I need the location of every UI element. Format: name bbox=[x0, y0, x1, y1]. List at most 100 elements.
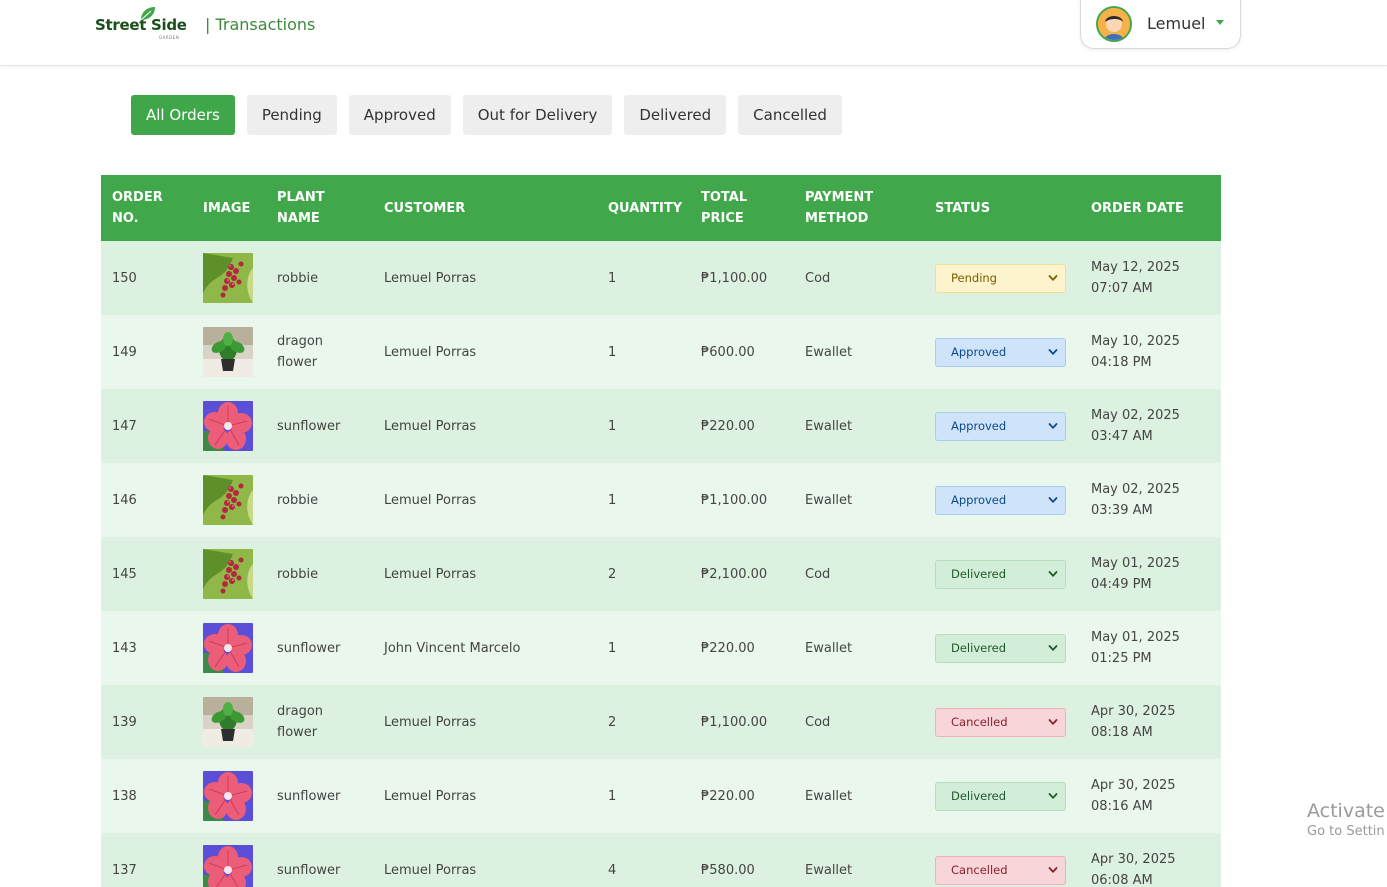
table-row: 147 sunflower Lemuel Porras 1 ₱220.00 Ewallet… bbox=[101, 389, 1221, 463]
order-number: 138 bbox=[112, 788, 137, 804]
image-cell bbox=[192, 389, 266, 463]
chevron-down-icon bbox=[1048, 719, 1058, 725]
order-number: 137 bbox=[112, 862, 137, 878]
status-cell: Approved bbox=[924, 463, 1080, 537]
quantity: 4 bbox=[608, 862, 617, 878]
table-row: 150 robbie Lemuel Porras 1 ₱1,100.00 Cod Pendi… bbox=[101, 241, 1221, 315]
status-select[interactable]: Approved bbox=[935, 485, 1066, 515]
status-select[interactable]: Pending bbox=[935, 263, 1066, 293]
customer-name: Lemuel Porras bbox=[384, 788, 477, 804]
total-price: ₱1,100.00 bbox=[701, 492, 768, 508]
quantity: 1 bbox=[608, 788, 617, 804]
payment-method: Ewallet bbox=[805, 862, 853, 878]
total-price: ₱220.00 bbox=[701, 788, 755, 804]
order-number: 147 bbox=[112, 418, 137, 434]
plant-name: sunflower bbox=[277, 640, 341, 656]
status-cell: Delivered bbox=[924, 759, 1080, 833]
status-cell: Cancelled bbox=[924, 685, 1080, 759]
chevron-down-icon bbox=[1048, 275, 1058, 281]
image-cell bbox=[192, 833, 266, 887]
brand-logo[interactable]: Street Side GARDEN bbox=[95, 6, 187, 40]
chevron-down-icon bbox=[1048, 349, 1058, 355]
quantity: 1 bbox=[608, 640, 617, 656]
windows-activation-watermark: Activate W Go to Settin bbox=[1307, 800, 1387, 839]
status-cell: Cancelled bbox=[924, 833, 1080, 887]
leaf-icon bbox=[140, 7, 155, 21]
customer-name: Lemuel Porras bbox=[384, 566, 477, 582]
plant-name: sunflower bbox=[277, 418, 341, 434]
total-price: ₱220.00 bbox=[701, 418, 755, 434]
tab-approved[interactable]: Approved bbox=[348, 95, 451, 135]
brand-subtitle: GARDEN bbox=[159, 35, 180, 40]
chevron-down-icon bbox=[1048, 423, 1058, 429]
total-price: ₱2,100.00 bbox=[701, 566, 768, 582]
order-number: 139 bbox=[112, 714, 137, 730]
status-value: Delivered bbox=[951, 640, 1007, 655]
status-select[interactable]: Delivered bbox=[935, 633, 1066, 663]
payment-method: Cod bbox=[805, 714, 831, 730]
plant-name: robbie bbox=[277, 270, 319, 286]
status-select[interactable]: Delivered bbox=[935, 781, 1066, 811]
total-price: ₱600.00 bbox=[701, 344, 755, 360]
order-date: Apr 30, 2025 08:16 AM bbox=[1091, 778, 1176, 814]
payment-method: Ewallet bbox=[805, 418, 853, 434]
status-value: Approved bbox=[951, 344, 1007, 359]
tab-out-for-delivery[interactable]: Out for Delivery bbox=[462, 95, 613, 135]
customer-name: Lemuel Porras bbox=[384, 862, 477, 878]
top-navbar: Street Side GARDEN | Transactions Lemuel bbox=[0, 0, 1387, 66]
col-header-total-price: TOTAL PRICE bbox=[701, 190, 748, 226]
table-row: 149 dragon flower Lemuel Porras 1 ₱600.00 Ewa… bbox=[101, 315, 1221, 389]
col-header-order-no: ORDER NO. bbox=[112, 190, 163, 226]
status-value: Cancelled bbox=[951, 714, 1008, 729]
status-select[interactable]: Cancelled bbox=[935, 855, 1066, 885]
status-select[interactable]: Delivered bbox=[935, 559, 1066, 589]
user-name: Lemuel bbox=[1147, 14, 1206, 33]
tab-pending[interactable]: Pending bbox=[246, 95, 337, 135]
order-number: 145 bbox=[112, 566, 137, 582]
order-date: Apr 30, 2025 08:18 AM bbox=[1091, 704, 1176, 740]
table-row: 137 sunflower Lemuel Porras 4 ₱580.00 Ewallet… bbox=[101, 833, 1221, 887]
user-avatar bbox=[1096, 6, 1132, 42]
tab-delivered[interactable]: Delivered bbox=[624, 95, 727, 135]
chevron-down-icon bbox=[1048, 571, 1058, 577]
plant-thumbnail bbox=[203, 771, 253, 821]
status-value: Approved bbox=[951, 418, 1007, 433]
quantity: 1 bbox=[608, 344, 617, 360]
image-cell bbox=[192, 611, 266, 685]
watermark-line-1: Activate W bbox=[1307, 800, 1387, 822]
order-date: May 10, 2025 04:18 PM bbox=[1091, 334, 1180, 370]
tab-cancelled[interactable]: Cancelled bbox=[738, 95, 842, 135]
payment-method: Cod bbox=[805, 566, 831, 582]
chevron-down-icon bbox=[1048, 867, 1058, 873]
total-price: ₱1,100.00 bbox=[701, 270, 768, 286]
image-cell bbox=[192, 315, 266, 389]
tab-all-orders[interactable]: All Orders bbox=[131, 95, 235, 135]
table-header-row: ORDER NO. IMAGE PLANT NAME CUSTOMER QUAN… bbox=[101, 175, 1221, 241]
col-header-image: IMAGE bbox=[203, 200, 251, 216]
watermark-line-2: Go to Settin bbox=[1307, 824, 1385, 839]
status-cell: Delivered bbox=[924, 537, 1080, 611]
status-select[interactable]: Approved bbox=[935, 337, 1066, 367]
image-cell bbox=[192, 759, 266, 833]
status-value: Pending bbox=[951, 270, 997, 285]
plant-thumbnail bbox=[203, 401, 253, 451]
quantity: 2 bbox=[608, 566, 617, 582]
col-header-status: STATUS bbox=[935, 200, 991, 216]
customer-name: Lemuel Porras bbox=[384, 418, 477, 434]
order-date: May 12, 2025 07:07 AM bbox=[1091, 260, 1180, 296]
status-select[interactable]: Cancelled bbox=[935, 707, 1066, 737]
image-cell bbox=[192, 241, 266, 315]
order-date: May 01, 2025 04:49 PM bbox=[1091, 556, 1180, 592]
status-cell: Approved bbox=[924, 315, 1080, 389]
table-row: 145 robbie Lemuel Porras 2 ₱2,100.00 Cod Deliv… bbox=[101, 537, 1221, 611]
status-select[interactable]: Approved bbox=[935, 411, 1066, 441]
image-cell bbox=[192, 463, 266, 537]
plant-thumbnail bbox=[203, 253, 253, 303]
payment-method: Ewallet bbox=[805, 492, 853, 508]
plant-name: sunflower bbox=[277, 788, 341, 804]
plant-name: dragon flower bbox=[277, 334, 324, 370]
col-header-customer: CUSTOMER bbox=[384, 200, 466, 216]
plant-thumbnail bbox=[203, 327, 253, 377]
user-menu-button[interactable]: Lemuel bbox=[1080, 0, 1241, 49]
chevron-down-icon bbox=[1048, 645, 1058, 651]
